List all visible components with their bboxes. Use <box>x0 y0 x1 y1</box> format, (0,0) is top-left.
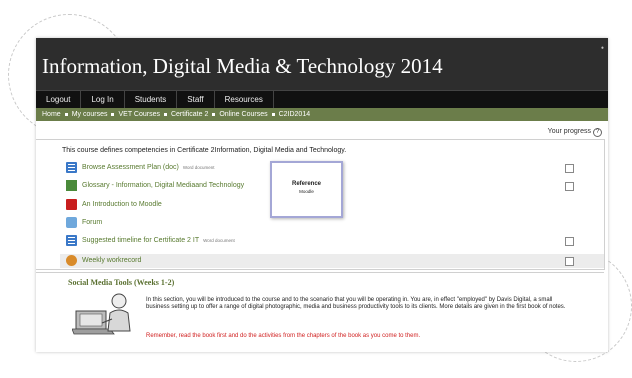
breadcrumb-certificate[interactable]: Certificate 2 <box>171 111 208 118</box>
header-dot: • <box>600 43 604 53</box>
course-section-social-media: Social Media Tools (Weeks 1-2) In this s… <box>36 272 604 352</box>
activity-intro-moodle[interactable]: An Introduction to Moodle <box>66 199 162 210</box>
activity-label: Browse Assessment Plan (doc) <box>82 164 179 171</box>
workrecord-icon <box>66 255 77 266</box>
help-icon[interactable]: ? <box>593 128 602 137</box>
section-title: Social Media Tools (Weeks 1-2) <box>68 278 175 287</box>
pdf-icon <box>66 199 77 210</box>
activity-desc: Word document <box>182 165 215 170</box>
nav-login[interactable]: Log In <box>81 91 125 108</box>
activity-timeline[interactable]: Suggested timeline for Certificate 2 IT … <box>66 235 235 246</box>
activity-glossary[interactable]: Glossary - Information, Digital Mediaand… <box>66 180 244 191</box>
completion-checkbox[interactable] <box>565 257 574 266</box>
activity-desc: Word document <box>203 238 235 243</box>
activity-label: An Introduction to Moodle <box>82 201 162 208</box>
activity-weekly-workrecord[interactable]: Weekly workrecord <box>66 255 141 266</box>
progress-text: Your progress <box>547 128 591 135</box>
glossary-icon <box>66 180 77 191</box>
breadcrumb-course: C2ID2014 <box>278 111 311 118</box>
activity-assessment-plan[interactable]: Browse Assessment Plan (doc) Word docume… <box>66 162 215 173</box>
activity-label: Forum <box>82 219 103 226</box>
site-header: Information, Digital Media & Technology … <box>36 38 608 90</box>
document-icon <box>66 235 77 246</box>
activity-label: Suggested timeline for Certificate 2 IT <box>82 237 200 244</box>
breadcrumb-my-courses[interactable]: My courses <box>72 111 108 118</box>
completion-checkbox[interactable] <box>565 182 574 191</box>
nav-students[interactable]: Students <box>125 91 178 108</box>
completion-checkbox[interactable] <box>565 164 574 173</box>
document-icon <box>66 162 77 173</box>
completion-checkbox[interactable] <box>565 237 574 246</box>
nav-bar: Logout Log In Students Staff Resources <box>36 90 608 108</box>
laptop-illustration <box>72 293 131 335</box>
row-highlight <box>60 254 604 268</box>
breadcrumb-vet-courses[interactable]: VET Courses <box>118 111 160 118</box>
course-page: Information, Digital Media & Technology … <box>36 38 608 352</box>
reference-popup[interactable]: Reference Moodle <box>270 161 343 218</box>
section-description: In this section, you will be introduced … <box>146 297 566 310</box>
section-warning: Remember, read the book first and do the… <box>146 333 421 339</box>
breadcrumb-online-courses[interactable]: Online Courses <box>219 111 267 118</box>
activity-label: Glossary - Information, Digital Mediaand… <box>82 182 245 189</box>
nav-staff[interactable]: Staff <box>177 91 215 108</box>
site-title: Information, Digital Media & Technology … <box>42 54 443 78</box>
progress-label: Your progress? <box>548 128 602 137</box>
breadcrumb: Home My courses VET Courses Certificate … <box>36 108 608 121</box>
activity-label: Weekly workrecord <box>82 257 142 264</box>
activity-forum[interactable]: Forum <box>66 217 102 228</box>
popup-title: Reference <box>291 181 321 187</box>
section-summary: This course defines competencies in Cert… <box>62 147 347 154</box>
nav-logout[interactable]: Logout <box>36 91 82 108</box>
breadcrumb-home[interactable]: Home <box>42 111 61 118</box>
nav-resources[interactable]: Resources <box>215 91 274 108</box>
forum-icon <box>66 217 77 228</box>
popup-subtitle: Moodle <box>299 189 314 194</box>
